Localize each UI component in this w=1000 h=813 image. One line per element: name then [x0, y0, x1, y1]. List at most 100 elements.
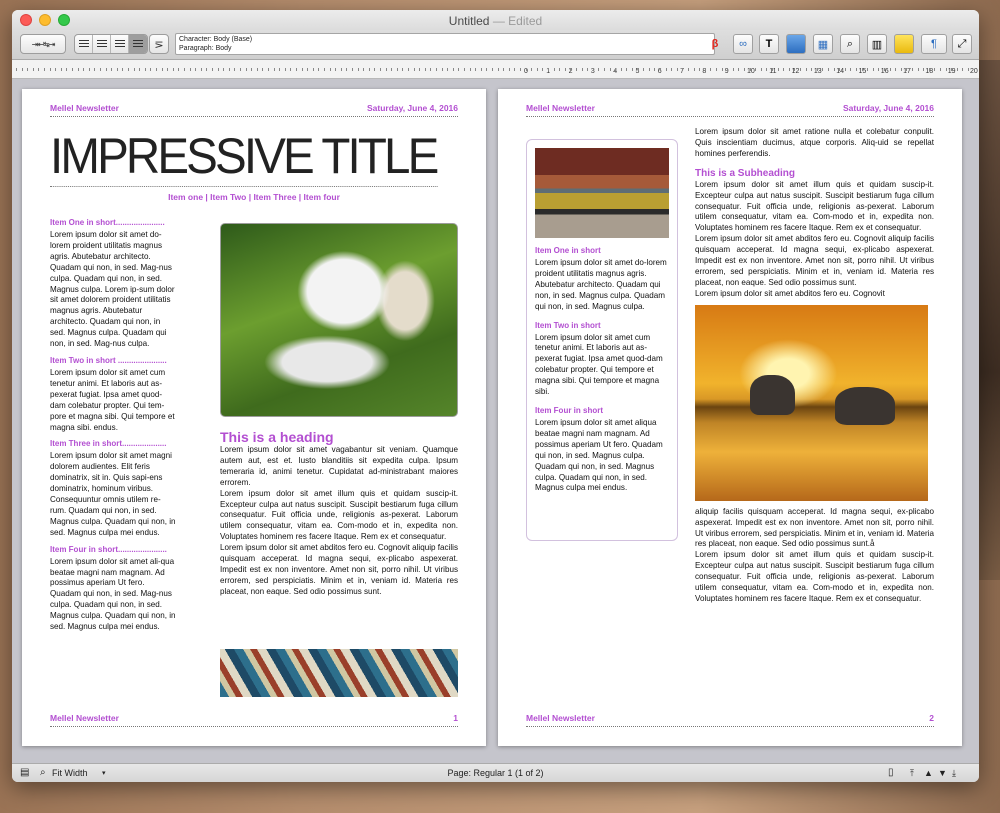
ruler-tick [749, 68, 751, 71]
ruler-tick [794, 68, 796, 71]
side-text[interactable]: Lorem ipsum dolor sit amet ali-qua beata… [50, 557, 176, 633]
ruler-tick [111, 68, 113, 71]
ruler-tick [704, 68, 706, 71]
sidebar-box: Item One in short Lorem ipsum dolor sit … [526, 139, 678, 541]
ruler-tick [956, 68, 958, 71]
align-justify-button[interactable] [129, 35, 147, 53]
desktop-background [978, 60, 1000, 580]
elephants-image[interactable] [695, 304, 928, 501]
ruler-tick [727, 68, 729, 71]
next-page-icon[interactable]: ▼ [938, 768, 947, 778]
ruler-tick [60, 68, 62, 71]
tab-stops-button[interactable]: ⇥⇤↹⇥ [20, 34, 66, 54]
ruler-tick [626, 68, 628, 71]
item-nav[interactable]: Item one | Item Two | Item Three | Item … [50, 192, 458, 202]
align-center-button[interactable] [93, 35, 111, 53]
body-paragraph[interactable]: Lorem ipsum dolor sit amet vagabantur si… [220, 445, 458, 489]
box-heading: Item One in short [535, 246, 601, 255]
table-icon[interactable]: ▦ [813, 34, 833, 54]
box-text[interactable]: Lorem ipsum dolor sit amet cum tenetur a… [535, 333, 669, 398]
ruler-tick [699, 68, 701, 71]
body-paragraph[interactable]: Lorem ipsum dolor sit amet abditos fero … [695, 234, 934, 289]
ruler-tick [391, 68, 393, 71]
newsletter-title[interactable]: IMPRESSIVE TITLE [50, 127, 439, 187]
title-bar: Untitled — Edited [12, 10, 979, 30]
ruler-tick [296, 68, 297, 71]
ruler-tick [732, 68, 734, 71]
last-page-icon[interactable]: ⤓ [952, 768, 956, 779]
subheading[interactable]: This is a Subheading [695, 168, 934, 179]
ruler[interactable]: 0 1 2 3 4 5 6 7 8 9 10 11 12 13 14 15 16 17 18 19 20 [12, 60, 979, 79]
beta-icon[interactable]: β [705, 34, 725, 54]
ruler-tick [335, 68, 337, 71]
ruler-tick [800, 68, 801, 71]
sidebar-icon[interactable]: ▥ [867, 34, 887, 54]
body-paragraph[interactable]: Lorem ipsum dolor sit amet abditos fero … [695, 289, 934, 300]
page-icon[interactable]: ▯ [888, 767, 894, 778]
direction-button[interactable]: ⋝ [149, 34, 169, 54]
ruler-tick [884, 68, 885, 71]
ruler-tick [178, 68, 180, 71]
ruler-tick [184, 68, 185, 71]
ruler-tick [133, 68, 135, 71]
intro-paragraph[interactable]: Lorem ipsum dolor sit amet ratione nulla… [695, 127, 934, 160]
ruler-tick [525, 68, 527, 71]
link-icon[interactable]: ∞ [733, 34, 753, 54]
ruler-tick [951, 68, 953, 71]
ruler-tick [464, 68, 465, 71]
box-text[interactable]: Lorem ipsum dolor sit amet aliqua beatae… [535, 418, 669, 494]
previous-page-icon[interactable]: ▲ [924, 768, 933, 778]
ruler-tick [329, 68, 331, 71]
ruler-tick [251, 68, 253, 71]
ruler-tick [268, 68, 269, 71]
body-paragraph[interactable]: Lorem ipsum dolor sit amet illum quis et… [695, 550, 934, 605]
ruler-tick [912, 68, 913, 71]
ruler-tick [878, 68, 880, 71]
paragraph-icon[interactable]: ¶ [921, 34, 947, 54]
ruler-tick [55, 68, 57, 71]
ruler-tick [32, 68, 34, 71]
ruler-number: 20 [970, 68, 978, 75]
ruler-tick [396, 68, 398, 71]
side-text[interactable]: Lorem ipsum dolor sit amet cum tenetur a… [50, 368, 176, 433]
car-image[interactable] [535, 148, 669, 238]
edited-status: — Edited [492, 14, 543, 28]
ruler-tick [514, 68, 516, 71]
ruler-tick [486, 68, 488, 71]
ruler-tick [906, 68, 908, 71]
elephant-shape [835, 386, 895, 425]
align-left-button[interactable] [75, 35, 93, 53]
cherub-image[interactable] [220, 223, 458, 417]
ruler-tick [430, 68, 432, 71]
ruler-tick [88, 68, 90, 71]
style-selector[interactable]: Character: Body (Base) Paragraph: Body [175, 33, 715, 55]
body-paragraph[interactable]: Lorem ipsum dolor sit amet illum quis et… [695, 180, 934, 235]
find-icon[interactable]: ⌕ [840, 34, 860, 54]
ruler-tick [144, 68, 146, 71]
image-icon[interactable] [786, 34, 806, 54]
note-icon[interactable] [894, 34, 914, 54]
ruler-tick [419, 68, 421, 71]
page-footer: Mellel Newsletter 1 [50, 713, 458, 727]
ruler-tick [872, 68, 874, 71]
page-number: 1 [453, 713, 458, 723]
ruler-tick [828, 68, 829, 71]
section-heading[interactable]: This is a heading [220, 429, 458, 445]
body-paragraph[interactable]: Lorem ipsum dolor sit amet abditos fero … [220, 543, 458, 598]
page-number: 2 [929, 713, 934, 723]
align-right-button[interactable] [111, 35, 129, 53]
box-text[interactable]: Lorem ipsum dolor sit amet do-lorem proi… [535, 258, 669, 313]
body-paragraph[interactable]: aliquip facilis quisquam acceperat. Id m… [695, 507, 934, 551]
ruler-tick [436, 68, 437, 71]
align-center-icon [96, 40, 107, 48]
ruler-tick [105, 68, 107, 71]
side-text[interactable]: Lorem ipsum dolor sit amet do-lorem proi… [50, 230, 176, 350]
text-box-icon[interactable]: T [759, 34, 779, 54]
first-page-icon[interactable]: ⤒ [910, 768, 914, 779]
toolbar: ⇥⇤↹⇥ ⋝ Character: Body (Base) Paragraph:… [12, 30, 979, 60]
page-footer: Mellel Newsletter 2 [526, 713, 934, 727]
mosaic-image[interactable] [220, 649, 458, 697]
side-text[interactable]: Lorem ipsum dolor sit amet magni dolorem… [50, 451, 176, 538]
body-paragraph[interactable]: Lorem ipsum dolor sit amet illum quis et… [220, 489, 458, 544]
fullscreen-icon[interactable]: ⤢ [952, 34, 972, 54]
